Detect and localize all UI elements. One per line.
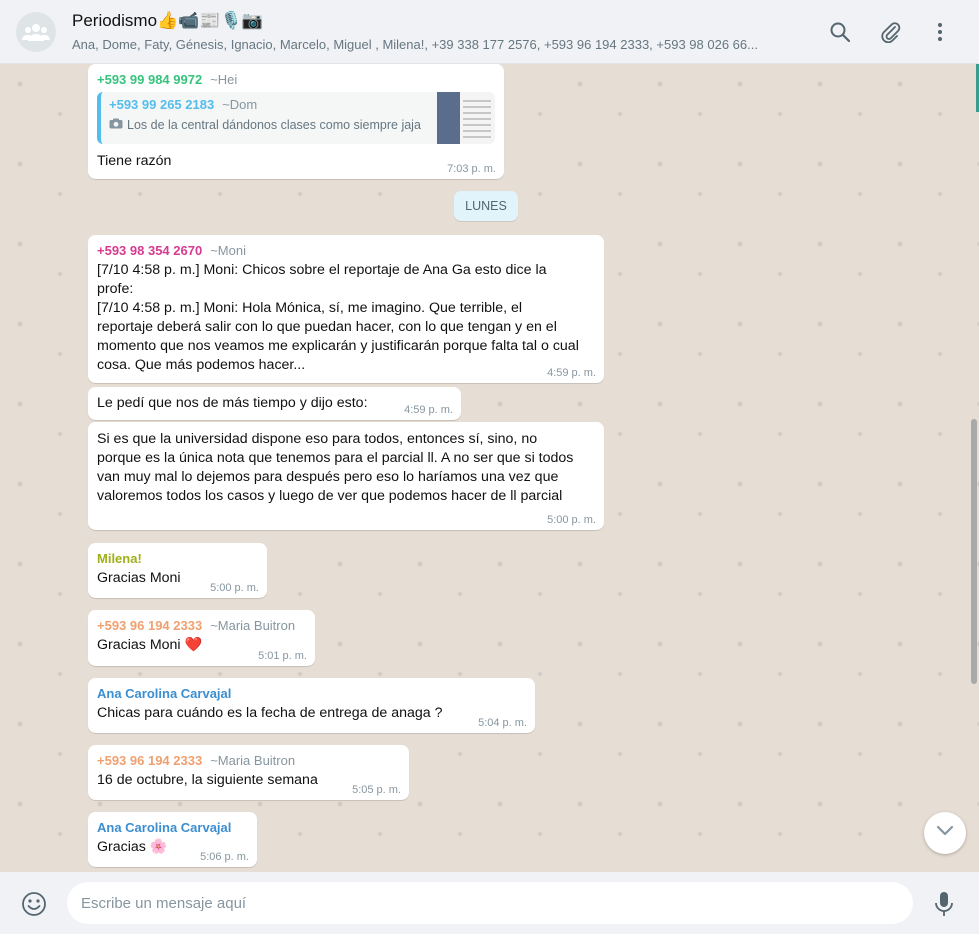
message-bubble[interactable]: Ana Carolina Carvajal Gracias 🌸 5:06 p. … [88, 812, 257, 867]
mic-icon[interactable] [932, 890, 956, 918]
message-time: 5:00 p. m. [547, 514, 596, 526]
message-bubble[interactable]: +593 98 354 2670 ~Moni [7/10 4:58 p. m.] … [88, 235, 604, 383]
message-time: 4:59 p. m. [404, 404, 453, 416]
search-icon[interactable] [828, 20, 852, 44]
message-input[interactable] [67, 882, 913, 924]
message-time: 5:01 p. m. [258, 650, 307, 662]
chevron-down-icon [936, 824, 954, 842]
scroll-down-button[interactable] [924, 812, 966, 854]
quote-sender: +593 99 265 2183 [109, 97, 215, 112]
message-sender[interactable]: +593 99 984 9972 ~Hei [97, 70, 495, 90]
message-bubble[interactable]: +593 96 194 2333 ~Maria Buitron 16 de oct… [88, 745, 409, 800]
message-time: 5:05 p. m. [352, 784, 401, 796]
message-time: 5:04 p. m. [478, 717, 527, 729]
message-sender[interactable]: +593 96 194 2333 ~Maria Buitron [97, 751, 400, 771]
message-bubble[interactable]: +593 96 194 2333 ~Maria Buitron Gracias M… [88, 610, 315, 666]
message-text: Chicas para cuándo es la fecha de entreg… [97, 705, 443, 721]
attach-icon[interactable] [878, 20, 902, 44]
menu-icon[interactable] [928, 20, 952, 44]
chat-header: Periodismo👍📹📰🎙️📷 Ana, Dome, Faty, Génesi… [0, 0, 979, 64]
composer-bar [0, 872, 979, 934]
message-list[interactable]: +593 99 984 9972 ~Hei +593 99 265 2183 ~Do… [0, 64, 979, 872]
chat-info[interactable]: Periodismo👍📹📰🎙️📷 Ana, Dome, Faty, Génesi… [72, 10, 802, 54]
quote-alias: ~Dom [222, 97, 258, 112]
message-bubble[interactable]: Le pedí que nos de más tiempo y dijo est… [88, 387, 461, 420]
message-sender[interactable]: +593 98 354 2670 ~Moni [97, 241, 595, 261]
message-bubble[interactable]: Milena! Gracias Moni 5:00 p. m. [88, 543, 267, 598]
message-sender[interactable]: Ana Carolina Carvajal [97, 818, 248, 838]
scrollbar[interactable] [971, 419, 977, 684]
message-time: 5:06 p. m. [200, 851, 249, 863]
message-text: Tiene razón [97, 153, 172, 169]
quote-thumbnail [437, 92, 495, 144]
message-bubble[interactable]: Si es que la universidad dispone eso par… [88, 422, 604, 530]
message-text: [7/10 4:58 p. m.] Moni: Chicos sobre el … [97, 262, 579, 373]
sender-phone[interactable]: +593 99 984 9972 [97, 72, 202, 87]
chat-title: Periodismo👍📹📰🎙️📷 [72, 11, 263, 30]
message-time: 4:59 p. m. [547, 367, 596, 379]
flower-emoji: 🌸 [149, 839, 168, 855]
message-time: 7:03 p. m. [447, 163, 496, 175]
message-text: Le pedí que nos de más tiempo y dijo est… [97, 395, 368, 411]
quote-text: Los de la central dándonos clases como s… [127, 118, 421, 132]
message-text: Si es que la universidad dispone eso par… [97, 431, 574, 504]
sender-phone[interactable]: +593 96 194 2333 [97, 618, 202, 633]
message-sender[interactable]: Milena! [97, 549, 258, 569]
message-sender[interactable]: Ana Carolina Carvajal [97, 684, 526, 704]
sender-alias: ~Maria Buitron [210, 618, 296, 633]
sender-phone[interactable]: +593 96 194 2333 [97, 753, 202, 768]
sender-alias: ~Hei [210, 72, 238, 87]
day-separator: LUNES [454, 191, 518, 221]
group-avatar-icon[interactable] [16, 12, 56, 52]
message-time: 5:00 p. m. [210, 582, 259, 594]
camera-icon [109, 114, 123, 136]
sender-alias: ~Moni [210, 243, 246, 258]
quoted-message[interactable]: +593 99 265 2183 ~Dom Los de la central d… [97, 92, 495, 144]
heart-emoji: ❤️ [184, 637, 203, 653]
message-bubble[interactable]: +593 99 984 9972 ~Hei +593 99 265 2183 ~Do… [88, 64, 504, 179]
chat-members: Ana, Dome, Faty, Génesis, Ignacio, Marce… [72, 37, 758, 52]
sender-alias: ~Maria Buitron [210, 753, 296, 768]
message-bubble[interactable]: Ana Carolina Carvajal Chicas para cuándo… [88, 678, 535, 733]
message-sender[interactable]: +593 96 194 2333 ~Maria Buitron [97, 616, 306, 636]
sender-phone[interactable]: +593 98 354 2670 [97, 243, 202, 258]
emoji-icon[interactable] [20, 890, 48, 918]
